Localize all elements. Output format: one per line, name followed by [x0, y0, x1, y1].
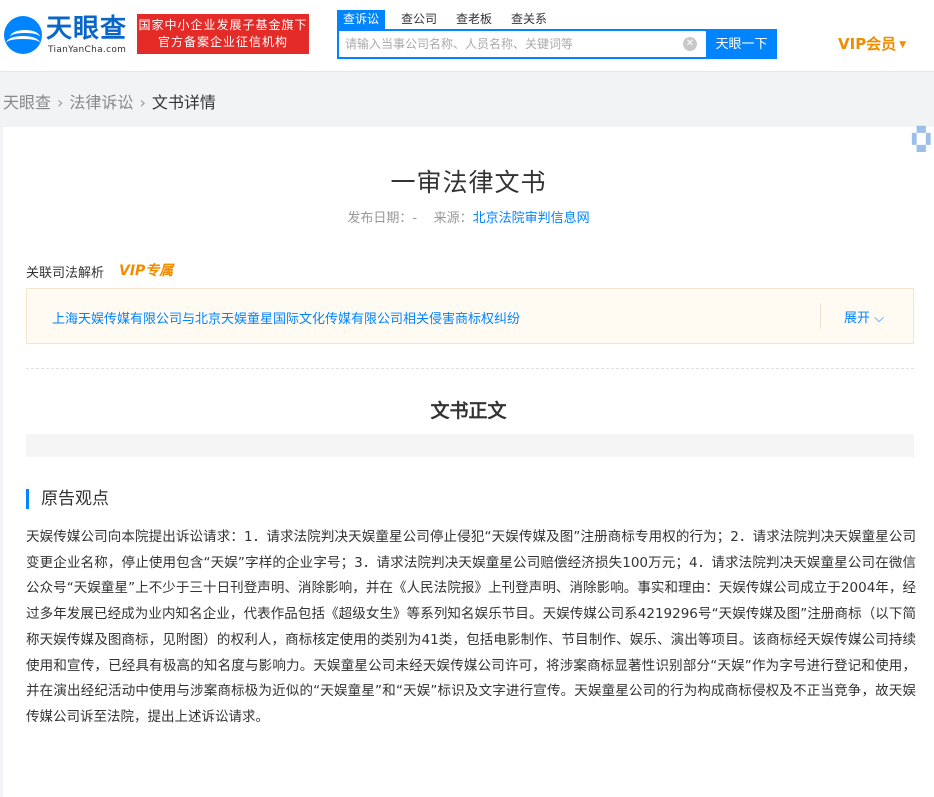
publish-date: 发布日期：- [347, 211, 418, 226]
logo-name: 天眼查 [46, 14, 128, 44]
chevron-right-icon: › [57, 93, 64, 112]
source-label: 来源： [433, 211, 473, 226]
breadcrumb-home[interactable]: 天眼查 [3, 93, 51, 112]
badge-line-1: 国家中小企业发展子基金旗下 [138, 18, 308, 32]
breadcrumb-lawsuit[interactable]: 法律诉讼 [69, 93, 133, 112]
tab-boss[interactable]: 查老板 [456, 10, 492, 29]
vip-exclusive-tag: VIP专属 [119, 263, 174, 279]
tab-lawsuit[interactable]: 查诉讼 [337, 10, 386, 29]
document-meta: 发布日期：- 来源：北京法院审判信息网 [3, 207, 934, 226]
vip-member-link[interactable]: VIP会员 ▼ [838, 33, 906, 54]
tab-relation[interactable]: 查关系 [511, 10, 547, 29]
plaintiff-view-text: 天娱传媒公司向本院提出诉讼请求：1．请求法院判决天娱童星公司停止侵犯“天娱传媒及… [26, 529, 916, 725]
qr-corner-icon[interactable]: ▞▚ ▚▞ [912, 127, 934, 151]
document-panel: ▞▚ ▚▞ 一审法律文书 发布日期：- 来源：北京法院审判信息网 关联司法解析 V… [3, 127, 934, 797]
source-link[interactable]: 北京法院审判信息网 [473, 211, 590, 226]
search-button[interactable]: 天眼一下 [706, 29, 777, 59]
related-analysis-label: 关联司法解析 [26, 266, 105, 281]
related-case-link[interactable]: 上海天娱传媒有限公司与北京天娱童星国际文化传媒有限公司相关侵害商标权纠纷 [52, 308, 520, 327]
dashed-divider [26, 368, 914, 369]
related-case-box: 上海天娱传媒有限公司与北京天娱童星国际文化传媒有限公司相关侵害商标权纠纷 展开 … [26, 288, 914, 344]
breadcrumb-current: 文书详情 [151, 93, 216, 112]
plaintiff-view-heading: 原告观点 [26, 489, 109, 509]
section-heading: 文书正文 [430, 400, 507, 422]
vip-member-label: VIP会员 [838, 35, 897, 53]
chevron-down-icon: ⌵ [874, 311, 885, 326]
caret-down-icon: ▼ [899, 40, 907, 50]
tab-company[interactable]: 查公司 [401, 10, 437, 29]
chevron-right-icon: › [139, 93, 146, 112]
site-logo[interactable]: 天眼查 TianYanCha.com [4, 14, 134, 58]
document-title: 一审法律文书 [390, 168, 547, 197]
badge-line-2: 官方备案企业征信机构 [157, 35, 288, 49]
logo-domain: TianYanCha.com [48, 45, 127, 55]
expand-button[interactable]: 展开 ⌵ [844, 307, 884, 326]
official-badge: 国家中小企业发展子基金旗下 官方备案企业征信机构 [137, 14, 309, 54]
grey-bar [26, 434, 914, 457]
clear-icon[interactable]: ✕ [683, 37, 697, 51]
search-input[interactable] [345, 33, 675, 55]
breadcrumb: 天眼查 › 法律诉讼 › 文书详情 [3, 89, 216, 113]
search-box: ✕ 天眼一下 [337, 29, 777, 59]
top-header: 天眼查 TianYanCha.com 国家中小企业发展子基金旗下 官方备案企业征… [0, 0, 934, 72]
eye-logo-icon [4, 16, 42, 54]
expand-label: 展开 [844, 311, 871, 326]
divider [820, 303, 821, 329]
